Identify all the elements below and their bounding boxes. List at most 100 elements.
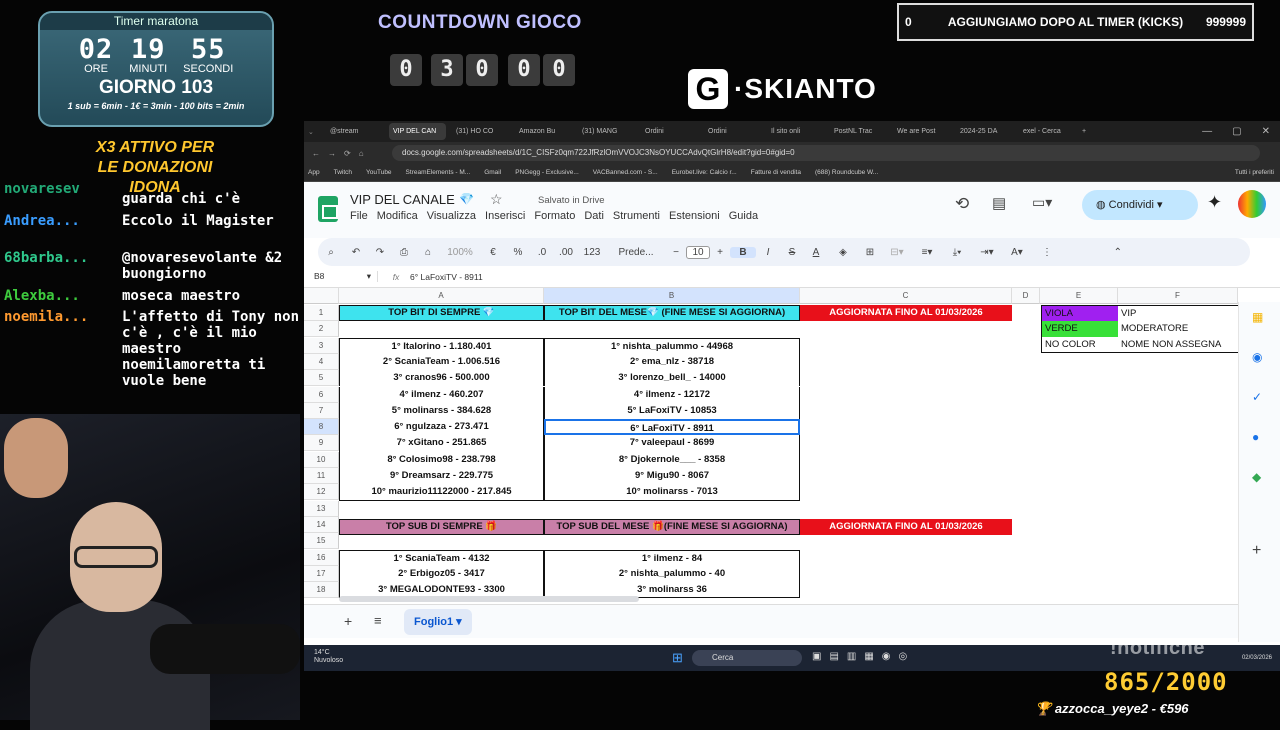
list-cell[interactable]: 2° nishta_palummo - 40: [544, 565, 800, 583]
redo-icon[interactable]: ↷: [368, 247, 392, 258]
row-header[interactable]: 13: [304, 500, 339, 517]
browser-tab[interactable]: exel - Cerca: [1019, 123, 1076, 140]
taskbar-search[interactable]: Cerca: [692, 650, 802, 666]
bookmark[interactable]: Fatture di vendita: [751, 169, 801, 176]
taskbar-apps[interactable]: ▣▤▥▦◉◎: [812, 651, 915, 662]
list-cell[interactable]: 10° molinarss - 7013: [544, 484, 800, 501]
bookmark[interactable]: Twitch: [334, 169, 352, 176]
list-cell[interactable]: 1° ScaniaTeam - 4132: [339, 549, 544, 566]
add-sheet-icon[interactable]: +: [344, 613, 352, 629]
list-cell[interactable]: 6° ngulzaza - 273.471: [339, 419, 544, 436]
close-icon[interactable]: ✕: [1262, 126, 1270, 137]
row-header[interactable]: 17: [304, 565, 339, 582]
italic-icon[interactable]: I: [756, 247, 780, 258]
row-header[interactable]: 16: [304, 549, 339, 566]
maximize-icon[interactable]: ▢: [1232, 126, 1241, 137]
new-tab-icon[interactable]: +: [1082, 128, 1096, 135]
legend-meaning-cell[interactable]: VIP: [1118, 305, 1238, 321]
strikethrough-icon[interactable]: S: [780, 247, 804, 258]
zoom-select[interactable]: 100%: [440, 247, 480, 258]
spreadsheet-grid[interactable]: A B C D E F 1 2 3 4 5 6 7 8 9 10 11 12 13 14 15 16 17 18 …: [304, 288, 1280, 604]
list-cell[interactable]: 4° ilmenz - 460.207: [339, 386, 544, 403]
legend-color-cell[interactable]: NO COLOR: [1041, 337, 1118, 353]
percent-icon[interactable]: %: [506, 247, 530, 258]
list-cell[interactable]: 1° ilmenz - 84: [544, 549, 800, 566]
browser-tab[interactable]: Il sito onli: [767, 123, 824, 140]
list-cell[interactable]: 2° Erbigoz05 - 3417: [339, 565, 544, 583]
windows-start-icon[interactable]: ⊞: [672, 650, 683, 666]
list-cell[interactable]: 8° Djokernole___ - 8358: [544, 451, 800, 468]
keep-icon[interactable]: ◉: [1252, 350, 1262, 364]
bookmark[interactable]: App: [308, 169, 320, 176]
legend-color-cell[interactable]: VERDE: [1041, 321, 1118, 337]
menu-view[interactable]: Visualizza: [427, 210, 476, 222]
browser-tab[interactable]: We are Post: [893, 123, 950, 140]
list-cell[interactable]: 4° ilmenz - 12172: [544, 386, 800, 403]
row-header[interactable]: 15: [304, 533, 339, 550]
bookmark[interactable]: PNGegg - Exclusive...: [515, 169, 579, 176]
calendar-icon[interactable]: ▦: [1252, 310, 1263, 324]
list-cell[interactable]: 5° LaFoxiTV - 10853: [544, 402, 800, 420]
name-box[interactable]: B8 ▾: [304, 271, 378, 282]
list-cell[interactable]: 7° xGitano - 251.865: [339, 435, 544, 452]
url-input[interactable]: docs.google.com/spreadsheets/d/1C_CISFz0…: [392, 145, 1260, 161]
list-cell[interactable]: 1° Italorino - 1.180.401: [339, 337, 544, 354]
row-header[interactable]: 11: [304, 468, 339, 484]
row-header[interactable]: 6: [304, 386, 339, 403]
browser-tab[interactable]: (31) HO CO: [452, 123, 509, 140]
row-header[interactable]: 10: [304, 451, 339, 468]
updated-label[interactable]: AGGIORNATA FINO AL 01/03/2026: [800, 519, 1012, 535]
menu-insert[interactable]: Inserisci: [485, 210, 525, 222]
document-title[interactable]: VIP DEL CANALE: [350, 192, 455, 207]
list-cell[interactable]: 8° Colosimo98 - 238.798: [339, 451, 544, 468]
collapse-icon[interactable]: ⌃: [1062, 247, 1122, 258]
row-header[interactable]: 7: [304, 402, 339, 419]
bookmark[interactable]: (688) Roundcube W...: [815, 169, 878, 176]
avatar[interactable]: [1238, 190, 1266, 218]
bookmark[interactable]: StreamElements - M...: [406, 169, 471, 176]
browser-tab[interactable]: Ordini: [641, 123, 698, 140]
legend-meaning-cell[interactable]: NOME NON ASSEGNA: [1118, 337, 1238, 353]
wrap-icon[interactable]: ⇥▾: [972, 247, 1002, 258]
list-cell[interactable]: 10° maurizio11122000 - 217.845: [339, 484, 544, 501]
borders-icon[interactable]: ⊞: [858, 247, 882, 258]
legend-meaning-cell[interactable]: MODERATORE: [1118, 321, 1238, 337]
row-header[interactable]: 1: [304, 305, 339, 321]
list-cell[interactable]: 1° nishta_palummo - 44968: [544, 337, 800, 354]
increase-font-icon[interactable]: +: [710, 247, 730, 258]
column-header[interactable]: F: [1118, 288, 1238, 304]
column-header[interactable]: C: [800, 288, 1012, 304]
decrease-font-icon[interactable]: −: [666, 247, 686, 258]
row-header[interactable]: 9: [304, 435, 339, 452]
bookmark[interactable]: VACBanned.com - S...: [593, 169, 658, 176]
corner-cell[interactable]: [304, 288, 339, 304]
sub-all-time-header[interactable]: TOP SUB DI SEMPRE 🎁: [339, 519, 544, 535]
meet-icon[interactable]: ▭▾: [1032, 194, 1052, 211]
menu-edit[interactable]: Modifica: [377, 210, 418, 222]
browser-tab-active[interactable]: VIP DEL CAN: [389, 123, 446, 140]
browser-tab[interactable]: Amazon Bu: [515, 123, 572, 140]
all-sheets-icon[interactable]: ≡: [374, 613, 382, 628]
row-header[interactable]: 8: [304, 419, 339, 436]
more-icon[interactable]: ⋮: [1032, 247, 1062, 258]
row-header[interactable]: 14: [304, 516, 339, 533]
number-format-select[interactable]: 123: [578, 247, 606, 258]
decrease-decimal-icon[interactable]: .0: [530, 247, 554, 258]
gemini-icon[interactable]: ✦: [1207, 192, 1222, 213]
row-header[interactable]: 12: [304, 484, 339, 501]
star-icon[interactable]: ☆: [490, 191, 503, 208]
bookmark[interactable]: Eurobet.live: Calcio r...: [672, 169, 737, 176]
formula-input[interactable]: 6° LaFoxiTV - 8911: [404, 272, 483, 282]
bit-all-time-header[interactable]: TOP BIT DI SEMPRE 💎: [339, 305, 544, 321]
add-addon-icon[interactable]: +: [1252, 542, 1261, 560]
tab-search-icon[interactable]: ⌄: [308, 128, 326, 136]
history-icon[interactable]: ⟲: [955, 194, 969, 214]
nav-buttons[interactable]: ←→⟳⌂: [304, 149, 392, 158]
font-select[interactable]: Prede...: [606, 247, 666, 258]
sheets-logo-icon[interactable]: [318, 196, 338, 222]
valign-icon[interactable]: ⤓▾: [942, 247, 972, 258]
list-cell[interactable]: 3° lorenzo_bell_ - 14000: [544, 370, 800, 387]
list-cell[interactable]: 2° ScaniaTeam - 1.006.516: [339, 353, 544, 371]
contacts-icon[interactable]: ●: [1252, 430, 1259, 444]
fill-color-icon[interactable]: ◈: [828, 247, 858, 258]
